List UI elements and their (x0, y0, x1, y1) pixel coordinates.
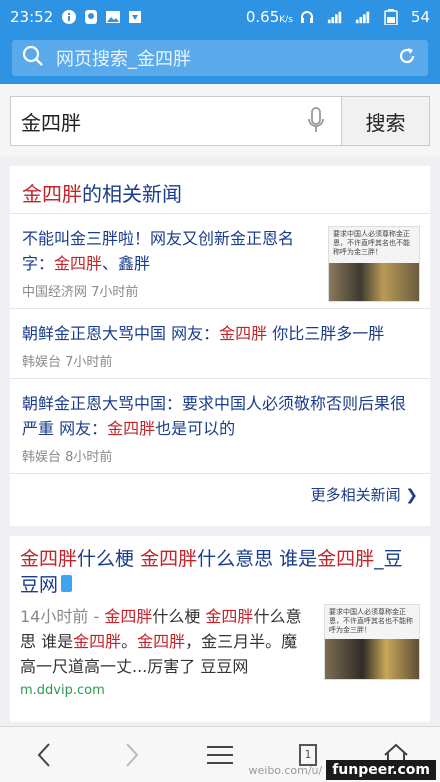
news-item-title[interactable]: 朝鲜金正恩大骂中国 网友：金四胖 你比三胖多一胖 (22, 321, 418, 346)
battery-level: 54 (410, 8, 430, 26)
news-item[interactable]: 朝鲜金正恩大骂中国：要求中国人必须敬称否则后果很严重 网友：金四胖也是可以的 韩… (10, 379, 430, 474)
download-icon (127, 9, 143, 25)
result-title[interactable]: 金四胖什么梗 金四胖什么意思 谁是金四胖_豆豆网 (20, 546, 420, 598)
watermark: weibo.com/u/funpeer.com (249, 760, 436, 780)
address-text: 网页搜索_金四胖 (56, 49, 191, 70)
news-item[interactable]: 朝鲜金正恩大骂中国 网友：金四胖 你比三胖多一胖 韩娱台 7小时前 (10, 309, 430, 379)
watermark-logo: funpeer.com (326, 760, 436, 780)
related-news-card: 金四胖的相关新闻 不能叫金三胖啦！网友又创新金正恩名字：金四胖、鑫胖 中国经济网… (10, 166, 430, 526)
search-button[interactable]: 搜索 (341, 97, 429, 145)
battery-icon (383, 9, 399, 25)
address-bar[interactable]: 网页搜索_金四胖 (12, 40, 428, 76)
news-item-meta: 韩娱台 7小时前 (22, 355, 113, 370)
net-speed: 0.65K/s (245, 8, 293, 26)
qq-icon (83, 9, 99, 25)
search-input[interactable]: 金四胖 (11, 97, 291, 145)
back-button[interactable] (14, 730, 74, 780)
result-thumbnail[interactable]: 要求中国人必须尊称金正恩，不许直呼其名也不能称呼为金三胖！ (324, 604, 420, 680)
status-bar: 23:52 0.65K/s 54 (0, 0, 440, 34)
news-item-title[interactable]: 朝鲜金正恩大骂中国：要求中国人必须敬称否则后果很严重 网友：金四胖也是可以的 (22, 391, 418, 441)
news-item[interactable]: 不能叫金三胖啦！网友又创新金正恩名字：金四胖、鑫胖 中国经济网 7小时前 要求中… (10, 214, 430, 309)
menu-button[interactable] (190, 730, 250, 780)
info-icon (61, 9, 77, 25)
search-box: 金四胖 搜索 (10, 96, 430, 146)
search-icon (22, 45, 44, 72)
result-domain[interactable]: m.ddvip.com (20, 683, 420, 698)
browser-header: 网页搜索_金四胖 (0, 34, 440, 84)
result-body: 14小时前 - 金四胖什么梗 金四胖什么意思 谁是金四胖。金四胖，金三月半。魔高… (20, 604, 420, 680)
headphone-icon (299, 9, 315, 25)
image-icon (105, 9, 121, 25)
news-thumbnail[interactable]: 要求中国人必须尊称金正恩，不许直呼其名也不能称呼为金三胖！ (328, 226, 420, 302)
signal-icon (327, 9, 343, 25)
news-item-meta: 韩娱台 8小时前 (22, 450, 113, 465)
refresh-icon[interactable] (396, 45, 418, 72)
search-result-card: 金四胖什么梗 金四胖什么意思 谁是金四胖_豆豆网 14小时前 - 金四胖什么梗 … (10, 536, 430, 722)
status-time: 23:52 (10, 8, 54, 26)
forward-button[interactable] (102, 730, 162, 780)
related-news-heading: 金四胖的相关新闻 (10, 166, 430, 214)
search-area: 金四胖 搜索 (0, 84, 440, 156)
signal-icon-2 (355, 9, 371, 25)
more-news-link[interactable]: 更多相关新闻 ❯ (10, 474, 430, 516)
mobile-icon (61, 575, 73, 592)
microphone-icon[interactable] (291, 97, 341, 145)
